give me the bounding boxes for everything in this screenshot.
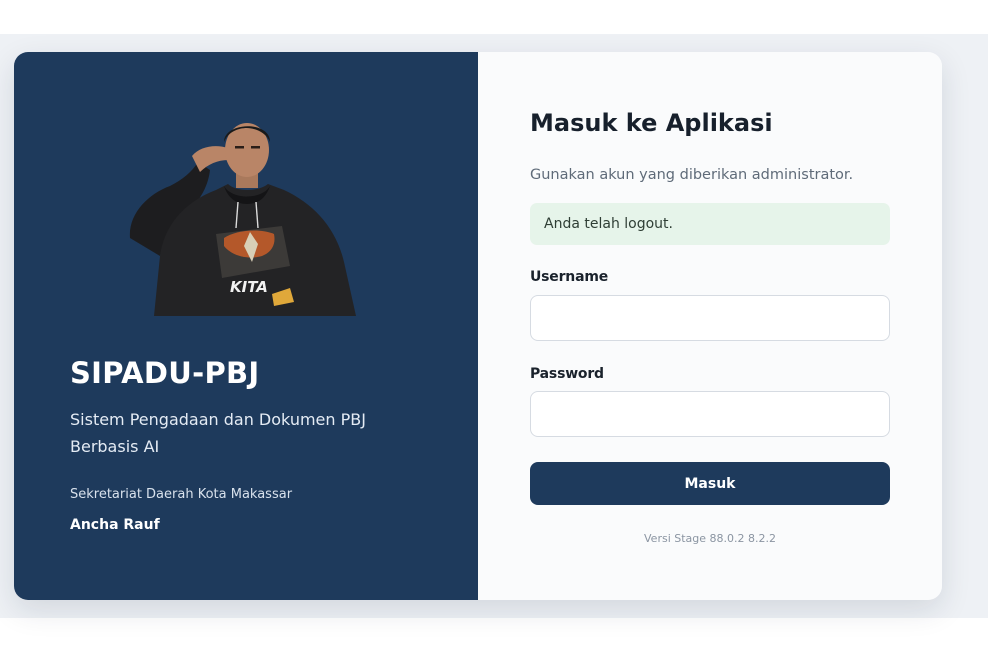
login-card: KITA SIPADU-PBJ Sistem Pengadaan dan Dok… <box>14 52 942 600</box>
login-panel: Masuk ke Aplikasi Gunakan akun yang dibe… <box>478 52 942 600</box>
password-input[interactable] <box>530 391 890 437</box>
password-label: Password <box>530 366 604 382</box>
alert-message: Anda telah logout. <box>544 216 673 232</box>
login-button[interactable]: Masuk <box>530 462 890 505</box>
photo-shirt-text: KITA <box>230 278 268 296</box>
logout-alert: Anda telah logout. <box>530 203 890 245</box>
app-subtitle: Sistem Pengadaan dan Dokumen PBJ Berbasi… <box>70 410 366 456</box>
saluting-man-photo: KITA <box>129 123 356 316</box>
app-title: SIPADU-PBJ <box>70 356 260 390</box>
organization-name: Sekretariat Daerah Kota Makassar <box>70 487 293 502</box>
login-hint: Gunakan akun yang diberikan administrato… <box>530 167 854 183</box>
login-title: Masuk ke Aplikasi <box>530 109 773 137</box>
brand-panel: KITA SIPADU-PBJ Sistem Pengadaan dan Dok… <box>14 52 478 600</box>
username-label: Username <box>530 269 608 285</box>
username-input[interactable] <box>530 295 890 341</box>
official-name: Ancha Rauf <box>70 517 160 533</box>
version-label: Versi Stage 88.0.2 8.2.2 <box>644 532 776 545</box>
